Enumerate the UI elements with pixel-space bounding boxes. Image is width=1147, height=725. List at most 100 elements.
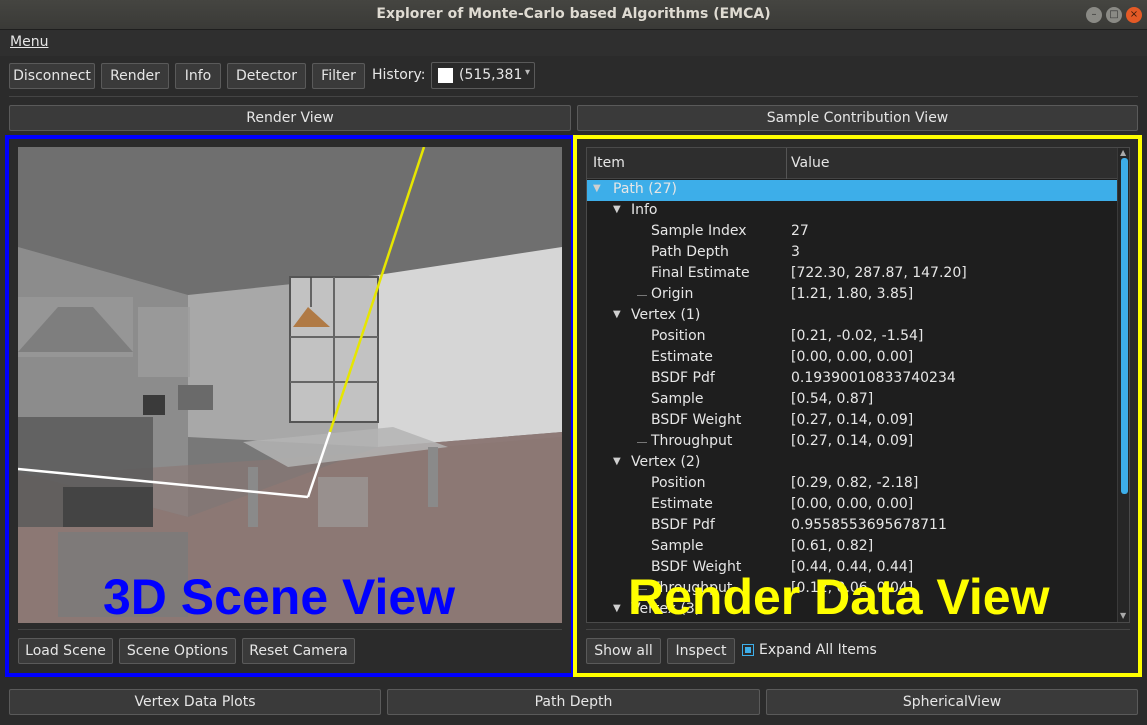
tree-row[interactable]: BSDF Pdf 0.19390010833740234 <box>587 369 1117 390</box>
expand-arrow-icon[interactable]: ▼ <box>613 456 621 467</box>
tree-item-value: [0.00, 0.00, 0.00] <box>791 496 914 512</box>
data-divider <box>586 629 1130 630</box>
tree-item-label: Path (27) <box>613 181 677 197</box>
scene-divider <box>18 629 562 630</box>
tree-row[interactable]: Sample [0.54, 0.87] <box>587 390 1117 411</box>
tree-scrollbar[interactable]: ▲ ▼ <box>1117 148 1129 622</box>
tree-item-value: [722.30, 287.87, 147.20] <box>791 265 967 281</box>
menu-item[interactable]: Menu <box>10 34 48 50</box>
expand-all-label: Expand All Items <box>759 642 877 658</box>
tree-row-path[interactable]: ▼ Path (27) <box>587 180 1117 201</box>
tree-item-value: [0.00, 0.00, 0.00] <box>791 349 914 365</box>
expand-arrow-icon[interactable]: ▼ <box>593 183 601 194</box>
tab-sample-contribution-view[interactable]: Sample Contribution View <box>577 105 1138 131</box>
tree-item-label: Estimate <box>651 496 713 512</box>
tab-path-depth[interactable]: Path Depth <box>387 689 760 715</box>
tree-item-value: [0.27, 0.14, 0.09] <box>791 412 914 428</box>
tree-item-label: Position <box>651 475 706 491</box>
tree-item-value: [1.21, 1.80, 3.85] <box>791 286 914 302</box>
tree-item-label: Throughput <box>651 433 733 449</box>
tab-render-view[interactable]: Render View <box>9 105 571 131</box>
tree-row[interactable]: Estimate [0.00, 0.00, 0.00] <box>587 495 1117 516</box>
tree-row[interactable]: Sample Index 27 <box>587 222 1117 243</box>
expand-arrow-icon[interactable]: ▼ <box>613 309 621 320</box>
tree-item-label: Sample Index <box>651 223 747 239</box>
tree-row-vertex-1[interactable]: ▼ Vertex (1) <box>587 306 1117 327</box>
history-dropdown[interactable]: (515,381 ▾ <box>431 62 535 89</box>
load-scene-button[interactable]: Load Scene <box>18 638 113 664</box>
tree-item-label: BSDF Weight <box>651 412 742 428</box>
tree-row-vertex-2[interactable]: ▼ Vertex (2) <box>587 453 1117 474</box>
tree-item-label: Sample <box>651 538 704 554</box>
tree-item-label: Sample <box>651 391 704 407</box>
tree-row[interactable]: Position [0.29, 0.82, -2.18] <box>587 474 1117 495</box>
tree-item-label: Origin <box>651 286 694 302</box>
maximize-icon[interactable]: □ <box>1106 7 1122 23</box>
tab-spherical-view[interactable]: SphericalView <box>766 689 1138 715</box>
render-data-tree[interactable]: Item Value ▼ Path (27) ▼ Info Sample Ind… <box>586 147 1130 623</box>
tree-header: Item Value <box>587 148 1117 179</box>
expand-all-checkbox[interactable] <box>742 644 754 656</box>
history-color-swatch <box>438 68 453 83</box>
reset-camera-button[interactable]: Reset Camera <box>242 638 355 664</box>
tree-item-label: Path Depth <box>651 244 729 260</box>
tree-item-label: Info <box>631 202 658 218</box>
tree-row-info[interactable]: ▼ Info <box>587 201 1117 222</box>
column-header-value[interactable]: Value <box>791 155 829 171</box>
scene-options-button[interactable]: Scene Options <box>119 638 236 664</box>
minimize-icon[interactable]: – <box>1086 7 1102 23</box>
window-titlebar: Explorer of Monte-Carlo based Algorithms… <box>0 0 1147 30</box>
tree-row[interactable]: BSDF Pdf 0.9558553695678711 <box>587 516 1117 537</box>
tree-branch-line <box>637 295 647 296</box>
detector-button[interactable]: Detector <box>227 63 306 89</box>
info-button[interactable]: Info <box>175 63 221 89</box>
tree-item-value: 3 <box>791 244 800 260</box>
tree-row[interactable]: Path Depth 3 <box>587 243 1117 264</box>
tab-vertex-data-plots[interactable]: Vertex Data Plots <box>9 689 381 715</box>
show-all-button[interactable]: Show all <box>586 638 661 664</box>
tree-row[interactable]: BSDF Weight [0.27, 0.14, 0.09] <box>587 411 1117 432</box>
tree-row[interactable]: Sample [0.61, 0.82] <box>587 537 1117 558</box>
tree-row[interactable]: Origin [1.21, 1.80, 3.85] <box>587 285 1117 306</box>
chevron-down-icon: ▾ <box>524 67 530 78</box>
expand-arrow-icon[interactable]: ▼ <box>613 603 621 614</box>
tree-row[interactable]: Position [0.21, -0.02, -1.54] <box>587 327 1117 348</box>
filter-button[interactable]: Filter <box>312 63 365 89</box>
tree-item-value: [0.21, -0.02, -1.54] <box>791 328 924 344</box>
menubar: Menu <box>0 30 1147 56</box>
tree-item-label: BSDF Pdf <box>651 517 715 533</box>
window-title: Explorer of Monte-Carlo based Algorithms… <box>376 6 771 22</box>
inspect-button[interactable]: Inspect <box>667 638 735 664</box>
history-label: History: <box>372 67 426 83</box>
scene-view-overlay-label: 3D Scene View <box>103 569 456 625</box>
tree-item-value: 0.9558553695678711 <box>791 517 947 533</box>
tree-item-label: Vertex (2) <box>631 454 701 470</box>
tree-item-value: [0.27, 0.14, 0.09] <box>791 433 914 449</box>
toolbar-divider <box>9 96 1138 97</box>
render-button[interactable]: Render <box>101 63 169 89</box>
scene-render <box>18 147 562 623</box>
tree-item-value: [0.61, 0.82] <box>791 538 874 554</box>
disconnect-button[interactable]: Disconnect <box>9 63 95 89</box>
scene-viewport[interactable] <box>18 147 562 623</box>
scrollbar-thumb[interactable] <box>1121 158 1128 494</box>
tree-branch-line <box>637 442 647 443</box>
tree-item-value: 27 <box>791 223 809 239</box>
scroll-up-icon[interactable]: ▲ <box>1120 148 1126 157</box>
scroll-down-icon[interactable]: ▼ <box>1120 611 1126 620</box>
close-icon[interactable]: × <box>1126 7 1142 23</box>
column-divider <box>786 148 787 179</box>
tree-item-value: [0.54, 0.87] <box>791 391 874 407</box>
tree-item-value: 0.19390010833740234 <box>791 370 956 386</box>
expand-arrow-icon[interactable]: ▼ <box>613 204 621 215</box>
tree-item-label: Final Estimate <box>651 265 750 281</box>
tree-row[interactable]: Final Estimate [722.30, 287.87, 147.20] <box>587 264 1117 285</box>
tree-item-value: [0.29, 0.82, -2.18] <box>791 475 919 491</box>
tree-item-label: BSDF Pdf <box>651 370 715 386</box>
data-view-overlay-label: Render Data View <box>628 569 1050 625</box>
history-value: (515,381 <box>459 67 523 83</box>
tree-item-label: Position <box>651 328 706 344</box>
tree-row[interactable]: Estimate [0.00, 0.00, 0.00] <box>587 348 1117 369</box>
tree-row[interactable]: Throughput [0.27, 0.14, 0.09] <box>587 432 1117 453</box>
column-header-item[interactable]: Item <box>593 155 625 171</box>
